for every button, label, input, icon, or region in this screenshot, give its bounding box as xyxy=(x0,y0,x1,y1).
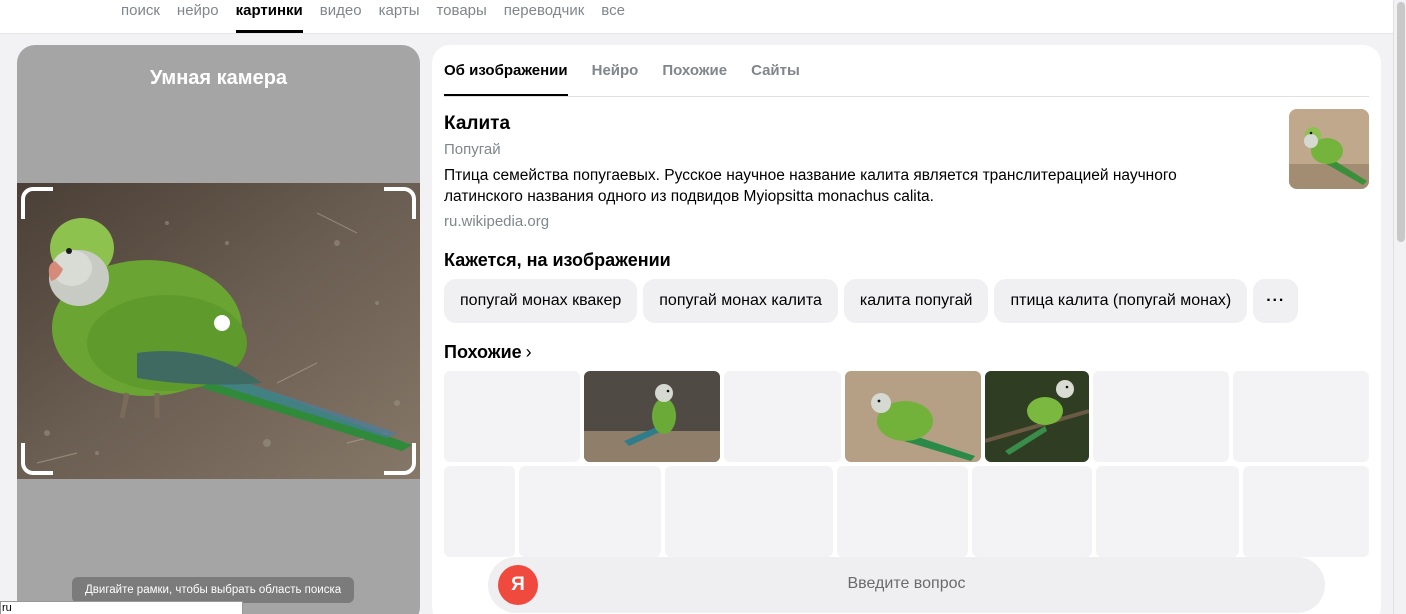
page-scrollbar[interactable] xyxy=(1397,2,1405,242)
similar-parrot-image xyxy=(845,371,981,462)
similar-section-link[interactable]: Похожие › xyxy=(444,342,532,363)
similar-image-placeholder[interactable] xyxy=(972,466,1092,557)
similar-image-placeholder[interactable] xyxy=(444,371,580,462)
crop-corner-top-right[interactable] xyxy=(384,187,416,219)
similar-image-placeholder[interactable] xyxy=(1243,466,1369,557)
entity-title[interactable]: Калита xyxy=(444,113,510,135)
nav-neuro[interactable]: нейро xyxy=(177,3,219,33)
object-chip[interactable]: калита попугай xyxy=(843,279,989,323)
similar-image-placeholder[interactable] xyxy=(1096,466,1239,557)
info-tabs: Об изображении Нейро Похожие Сайты xyxy=(444,62,824,97)
similar-image-placeholder[interactable] xyxy=(1233,371,1369,462)
similar-image[interactable] xyxy=(584,371,720,462)
similar-image-placeholder[interactable] xyxy=(1093,371,1229,462)
similar-image[interactable] xyxy=(985,371,1089,462)
crop-corner-bottom-right[interactable] xyxy=(384,443,416,475)
search-type-nav: поиск нейро картинки видео карты товары … xyxy=(121,3,642,33)
crop-corner-top-left[interactable] xyxy=(21,187,53,219)
object-chip[interactable]: птица калита (попугай монах) xyxy=(994,279,1248,323)
camera-title: Умная камера xyxy=(149,67,288,89)
status-url-tooltip: ru xyxy=(0,601,243,614)
nav-images[interactable]: картинки xyxy=(235,3,303,33)
ask-question-bar[interactable]: Я Введите вопрос xyxy=(488,557,1325,613)
chevron-right-icon: › xyxy=(525,342,532,362)
similar-image-placeholder[interactable] xyxy=(519,466,661,557)
entity-thumbnail[interactable] xyxy=(1289,109,1369,189)
nav-video[interactable]: видео xyxy=(320,3,362,33)
crop-center-handle[interactable] xyxy=(214,315,230,331)
crop-hint: Двигайте рамки, чтобы выбрать область по… xyxy=(72,577,355,603)
ask-question-input[interactable]: Введите вопрос xyxy=(488,575,1325,593)
similar-image-placeholder[interactable] xyxy=(837,466,968,557)
tab-neuro[interactable]: Нейро xyxy=(592,62,639,96)
detected-objects-title: Кажется, на изображении xyxy=(444,250,671,270)
entity-description: Птица семейства попугаевых. Русское науч… xyxy=(444,167,1177,205)
tab-sites[interactable]: Сайты xyxy=(751,62,800,96)
similar-images-row xyxy=(444,466,1369,557)
similar-parrot-image xyxy=(985,371,1089,462)
tab-similar[interactable]: Похожие xyxy=(662,62,727,96)
nav-products[interactable]: товары xyxy=(436,3,486,33)
nav-translator[interactable]: переводчик xyxy=(504,3,584,33)
detected-objects-chips: попугай монах квакер попугай монах калит… xyxy=(444,279,1299,323)
image-info-panel: Об изображении Нейро Похожие Сайты Калит… xyxy=(432,45,1381,614)
smart-camera-panel: Умная камера Двигайте рамки, чтобы выбра… xyxy=(17,45,420,614)
tab-about[interactable]: Об изображении xyxy=(444,62,568,97)
similar-images-row xyxy=(444,371,1369,462)
object-chip[interactable]: попугай монах квакер xyxy=(444,279,638,323)
nav-all[interactable]: все xyxy=(601,3,625,33)
similar-image-placeholder[interactable] xyxy=(724,371,841,462)
similar-parrot-image xyxy=(584,371,720,462)
more-dots-icon[interactable]: ··· xyxy=(1253,279,1299,323)
nav-search[interactable]: поиск xyxy=(121,3,160,33)
similar-title: Похожие xyxy=(444,342,522,362)
top-bar: поиск нейро картинки видео карты товары … xyxy=(0,0,1394,34)
nav-maps[interactable]: карты xyxy=(379,3,420,33)
similar-image-placeholder[interactable] xyxy=(444,466,515,557)
parrot-photo-image xyxy=(17,183,420,479)
similar-image-placeholder[interactable] xyxy=(665,466,833,557)
similar-image[interactable] xyxy=(845,371,981,462)
entity-subtitle: Попугай xyxy=(444,141,501,158)
object-chip[interactable]: попугай монах калита xyxy=(643,279,838,323)
entity-source-link[interactable]: ru.wikipedia.org xyxy=(444,213,549,230)
tabs-divider xyxy=(444,96,1369,97)
page-divider xyxy=(1393,0,1394,614)
crop-corner-bottom-left[interactable] xyxy=(21,443,53,475)
query-photo[interactable] xyxy=(17,183,420,479)
parrot-thumbnail-image xyxy=(1289,109,1369,189)
